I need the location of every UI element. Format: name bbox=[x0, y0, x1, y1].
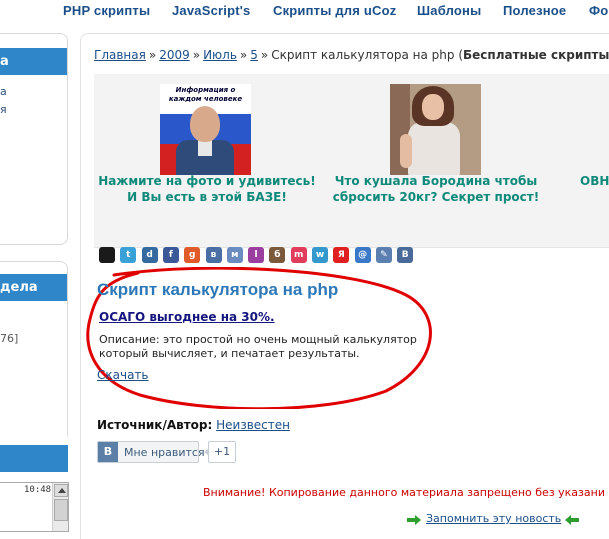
twitter-icon[interactable]: t bbox=[120, 247, 137, 263]
vk-like-count: +1 bbox=[204, 441, 236, 463]
breadcrumb-day[interactable]: 5 bbox=[250, 48, 258, 62]
nav-ucoz-scripts[interactable]: Скрипты для uCoz bbox=[273, 3, 396, 18]
chat-box[interactable]: 10:48 bbox=[0, 482, 69, 532]
yandex-icon[interactable]: Я bbox=[333, 247, 350, 263]
delicious-icon[interactable] bbox=[99, 247, 115, 263]
source-line: Источник/Автор: Неизвестен bbox=[97, 418, 290, 432]
breadcrumb-category[interactable]: Бесплатные скрипты php bbox=[463, 48, 609, 62]
woman-dress bbox=[408, 122, 460, 175]
sidebar-link-1[interactable]: а bbox=[0, 85, 7, 98]
main-content: Главная» 2009» Июль» 5» Скрипт калькулятора … bbox=[80, 33, 609, 539]
nav-forum[interactable]: Фо bbox=[589, 3, 608, 18]
top-navigation: PHP скрипты JavaScript's Скрипты для uCo… bbox=[0, 0, 609, 24]
facebook-icon[interactable]: f bbox=[162, 247, 179, 263]
chat-time: 10:48 bbox=[24, 485, 52, 495]
ad-image-title: Информация о каждом человеке bbox=[168, 86, 243, 103]
memori-icon[interactable]: m bbox=[290, 247, 307, 263]
copy-warning: Внимание! Копирование данного материала … bbox=[203, 486, 605, 499]
ad-image-officer[interactable]: Информация о каждом человеке bbox=[160, 84, 251, 175]
officer-collar bbox=[198, 140, 212, 156]
mail-icon[interactable]: @ bbox=[354, 247, 371, 263]
arrow-right-icon bbox=[407, 515, 421, 525]
vk-icon[interactable]: B bbox=[397, 247, 414, 263]
remember-news-link[interactable]: Запомнить эту новость bbox=[426, 512, 561, 525]
breadcrumb-separator: » bbox=[192, 48, 201, 62]
scroll-up-arrow-icon[interactable] bbox=[54, 484, 68, 497]
social-share-bar: t d f g в м l б m w Я @ ✎ B bbox=[99, 247, 459, 265]
arrow-left-icon bbox=[565, 515, 579, 525]
bobrdobr-icon[interactable]: б bbox=[269, 247, 286, 263]
sidebar-counter: 76] bbox=[0, 332, 19, 345]
mister-wong-icon[interactable]: w bbox=[312, 247, 328, 263]
breadcrumb: Главная» 2009» Июль» 5» Скрипт калькулятора … bbox=[94, 48, 609, 62]
source-author-link[interactable]: Неизвестен bbox=[216, 418, 290, 432]
nav-templates[interactable]: Шаблоны bbox=[417, 3, 481, 18]
chat-scrollbar[interactable] bbox=[52, 483, 68, 531]
moimir-icon[interactable]: м bbox=[226, 247, 243, 263]
promo-link[interactable]: ОСАГО выгоднее на 30%. bbox=[99, 310, 275, 324]
nav-javascripts[interactable]: JavaScript's bbox=[172, 3, 250, 18]
google-icon[interactable]: g bbox=[184, 247, 201, 263]
digg-icon[interactable]: d bbox=[141, 247, 158, 263]
breadcrumb-current: Скрипт калькулятора на php bbox=[271, 48, 455, 62]
remember-news: Запомнить эту новость bbox=[426, 512, 561, 525]
source-label: Источник/Автор: bbox=[97, 418, 213, 432]
sidebar-block-2: дела 76] bbox=[0, 261, 68, 451]
breadcrumb-separator: » bbox=[239, 48, 248, 62]
sidebar-block-1: а а я bbox=[0, 33, 68, 245]
liveinternet-icon[interactable]: l bbox=[248, 247, 265, 263]
breadcrumb-separator: » bbox=[260, 48, 269, 62]
left-sidebar: а а я дела 76] bbox=[0, 33, 70, 539]
article-description: Описание: это простой но очень мощный ка… bbox=[99, 333, 417, 360]
woman-arm bbox=[400, 134, 412, 168]
nav-php-scripts[interactable]: PHP скрипты bbox=[63, 3, 150, 18]
ad-caption-3[interactable]: ОВНЬ bbox=[580, 173, 609, 189]
article-title: Скрипт калькулятора на php bbox=[97, 280, 339, 299]
woman-face bbox=[422, 94, 444, 120]
vkontakte-icon[interactable]: в bbox=[205, 247, 222, 263]
vk-like-label: Мне нравится bbox=[124, 446, 205, 459]
breadcrumb-separator: » bbox=[148, 48, 157, 62]
sidebar-block-1-header: а bbox=[0, 48, 67, 75]
officer-head bbox=[190, 106, 220, 142]
breadcrumb-month[interactable]: Июль bbox=[203, 48, 237, 62]
livejournal-icon[interactable]: ✎ bbox=[375, 247, 392, 263]
ad-image-woman[interactable] bbox=[390, 84, 481, 175]
vk-icon: B bbox=[98, 442, 118, 462]
nav-useful[interactable]: Полезное bbox=[503, 3, 566, 18]
sidebar-block-2-header: дела bbox=[0, 274, 67, 301]
vk-like-button[interactable]: B Мне нравится bbox=[97, 441, 205, 463]
ad-caption-1[interactable]: Нажмите на фото и удивитесь! И Вы есть в… bbox=[97, 173, 317, 205]
sidebar-link-2[interactable]: я bbox=[0, 103, 7, 116]
breadcrumb-year[interactable]: 2009 bbox=[159, 48, 190, 62]
sidebar-block-3-header bbox=[0, 445, 68, 472]
ad-strip: Информация о каждом человеке Нажмите на … bbox=[94, 74, 609, 248]
download-link[interactable]: Скачать bbox=[97, 368, 149, 382]
ad-caption-2[interactable]: Что кушала Бородина чтобы сбросить 20кг?… bbox=[320, 173, 552, 205]
scroll-thumb[interactable] bbox=[54, 499, 68, 521]
breadcrumb-home[interactable]: Главная bbox=[94, 48, 146, 62]
